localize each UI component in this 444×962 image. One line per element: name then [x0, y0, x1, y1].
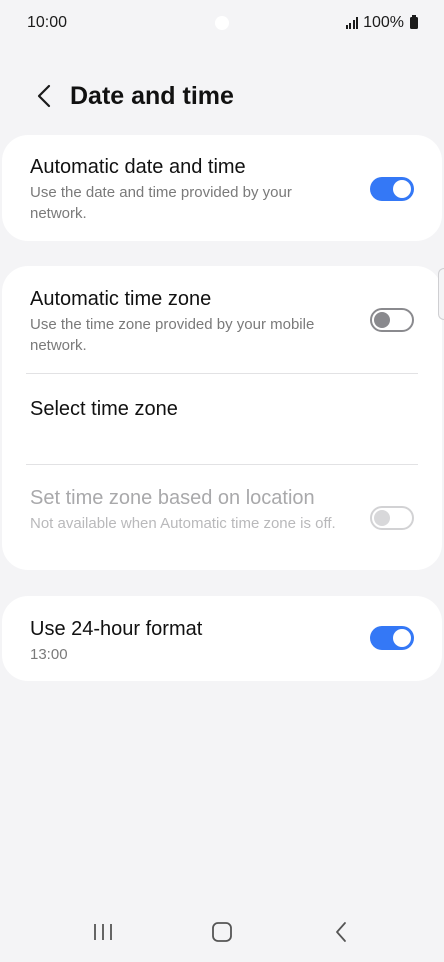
- setting-text: Automatic date and time Use the date and…: [30, 154, 414, 224]
- app-header: Date and time: [0, 72, 444, 120]
- setting-text: Set time zone based on location Not avai…: [30, 485, 414, 534]
- recents-button[interactable]: [79, 912, 127, 952]
- back-button[interactable]: [20, 72, 68, 120]
- setting-auto-time-zone[interactable]: Automatic time zone Use the time zone pr…: [2, 266, 442, 373]
- status-time: 10:00: [27, 14, 68, 31]
- page-title: Date and time: [70, 81, 234, 110]
- setting-subtitle: 13:00: [30, 646, 68, 663]
- setting-title: Set time zone based on location: [30, 487, 315, 509]
- setting-title: Select time zone: [30, 398, 178, 420]
- camera-cutout: [215, 16, 229, 30]
- setting-auto-date-time[interactable]: Automatic date and time Use the date and…: [2, 135, 442, 224]
- setting-title: Use 24-hour format: [30, 618, 203, 640]
- home-icon: [212, 922, 232, 942]
- setting-subtitle: Use the date and time provided by your n…: [30, 184, 292, 222]
- card-time-zone: Automatic time zone Use the time zone pr…: [2, 266, 442, 570]
- 24-hour-format-toggle[interactable]: [370, 626, 414, 650]
- setting-text: Automatic time zone Use the time zone pr…: [30, 286, 414, 356]
- back-icon: [335, 922, 346, 942]
- setting-title: Automatic time zone: [30, 288, 212, 310]
- status-indicators: 100%: [345, 14, 418, 32]
- setting-location-time-zone: Set time zone based on location Not avai…: [2, 465, 442, 534]
- signal-bars-icon: [345, 17, 359, 29]
- card-24-hour-format: Use 24-hour format 13:00: [2, 596, 442, 681]
- nav-back-button[interactable]: [317, 912, 365, 952]
- auto-date-time-toggle[interactable]: [370, 177, 414, 201]
- toggle-knob: [374, 312, 390, 328]
- setting-title: Automatic date and time: [30, 156, 246, 178]
- navigation-bar: [0, 908, 444, 956]
- toggle-knob: [393, 629, 411, 647]
- card-auto-date-time: Automatic date and time Use the date and…: [2, 135, 442, 241]
- home-button[interactable]: [198, 912, 246, 952]
- setting-24-hour-format[interactable]: Use 24-hour format 13:00: [2, 596, 442, 665]
- auto-time-zone-toggle[interactable]: [370, 308, 414, 332]
- recents-icon: [94, 924, 113, 940]
- location-time-zone-toggle: [370, 506, 414, 530]
- chevron-left-icon: [37, 84, 51, 108]
- edge-panel-handle[interactable]: [438, 268, 444, 320]
- setting-text: Select time zone: [30, 396, 414, 422]
- battery-percentage: 100%: [363, 14, 404, 31]
- setting-select-time-zone[interactable]: Select time zone: [2, 374, 442, 464]
- setting-subtitle: Not available when Automatic time zone i…: [30, 515, 336, 532]
- setting-subtitle: Use the time zone provided by your mobil…: [30, 316, 315, 354]
- toggle-knob: [393, 180, 411, 198]
- toggle-knob: [374, 510, 390, 526]
- battery-icon: [410, 15, 418, 29]
- setting-text: Use 24-hour format 13:00: [30, 616, 414, 665]
